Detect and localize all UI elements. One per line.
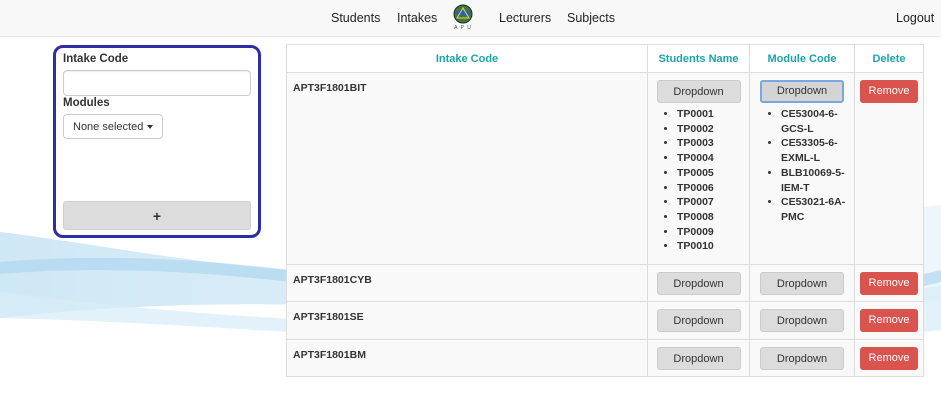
modules-cell: Dropdown [749,339,855,377]
students-cell: Dropdown [647,264,750,302]
list-item[interactable]: TP0003 [677,136,748,151]
nav-subjects[interactable]: Subjects [567,11,615,25]
students-cell: Dropdown [647,301,750,340]
students-dropdown-button[interactable]: Dropdown [656,272,741,295]
list-item[interactable]: TP0007 [677,195,748,210]
modules-cell: Dropdown CE53004-6-GCS-L CE53305-6-EXML-… [749,72,855,265]
list-item[interactable]: BLB10069-5-IEM-T [781,166,853,195]
table-row: APT3F1801BM Dropdown Dropdown Remove [286,339,924,377]
delete-cell: Remove [854,339,924,377]
intake-code-cell: APT3F1801CYB [286,264,648,302]
list-item[interactable]: TP0001 [677,107,748,122]
remove-button[interactable]: Remove [860,309,918,332]
nav-intakes[interactable]: Intakes [397,11,437,25]
students-cell: Dropdown [647,339,750,377]
modules-label: Modules [63,97,110,109]
table-row: APT3F1801SE Dropdown Dropdown Remove [286,301,924,340]
students-dropdown-button[interactable]: Dropdown [656,347,741,370]
header-module-code: Module Code [749,44,855,73]
apu-logo[interactable]: A P U [446,4,480,36]
intake-code-cell: APT3F1801BIT [286,72,648,265]
list-item[interactable]: TP0009 [677,225,748,240]
modules-dropdown-button[interactable]: Dropdown [760,272,844,295]
logo-text: A P U [454,25,472,31]
list-item[interactable]: TP0006 [677,181,748,196]
delete-cell: Remove [854,301,924,340]
students-dropdown-button[interactable]: Dropdown [656,309,741,332]
list-item[interactable]: CE53004-6-GCS-L [781,107,853,136]
remove-button[interactable]: Remove [860,347,918,370]
intake-code-input[interactable] [63,70,251,96]
intake-table-wrapper: Intake Code Students Name Module Code De… [286,44,924,377]
list-item[interactable]: TP0010 [677,239,748,254]
header-intake-code: Intake Code [286,44,648,73]
nav-students[interactable]: Students [331,11,380,25]
modules-list: CE53004-6-GCS-L CE53305-6-EXML-L BLB1006… [751,107,853,225]
intake-table: Intake Code Students Name Module Code De… [286,44,924,377]
list-item[interactable]: TP0005 [677,166,748,181]
modules-dropdown-button[interactable]: Dropdown [760,309,844,332]
add-intake-form: Intake Code Modules None selected + [53,45,261,238]
intake-code-label: Intake Code [63,53,129,65]
modules-dropdown-button[interactable]: Dropdown [760,347,844,370]
top-navbar: Students Intakes A P U Lecturers Subject… [0,0,941,37]
delete-cell: Remove [854,264,924,302]
students-list: TP0001 TP0002 TP0003 TP0004 TP0005 TP000… [649,107,748,254]
students-cell: Dropdown TP0001 TP0002 TP0003 TP0004 TP0… [647,72,750,265]
add-intake-button[interactable]: + [63,201,251,230]
table-row: APT3F1801CYB Dropdown Dropdown Remove [286,264,924,302]
list-item[interactable]: CE53305-6-EXML-L [781,136,853,165]
modules-multiselect[interactable]: None selected [63,114,164,139]
table-header-row: Intake Code Students Name Module Code De… [286,44,924,73]
list-item[interactable]: TP0002 [677,122,748,137]
list-item[interactable]: CE53021-6A-PMC [781,195,853,224]
header-students-name: Students Name [647,44,750,73]
intake-code-cell: APT3F1801BM [286,339,648,377]
table-row: APT3F1801BIT Dropdown TP0001 TP0002 TP00… [286,72,924,265]
globe-icon [453,4,473,24]
list-item[interactable]: TP0008 [677,210,748,225]
modules-dropdown-button[interactable]: Dropdown [760,80,844,103]
students-dropdown-button[interactable]: Dropdown [656,80,741,103]
remove-button[interactable]: Remove [860,80,918,103]
list-item[interactable]: TP0004 [677,151,748,166]
intake-code-cell: APT3F1801SE [286,301,648,340]
caret-down-icon [147,124,154,129]
logout-link[interactable]: Logout [896,11,934,25]
header-delete: Delete [854,44,924,73]
modules-cell: Dropdown [749,264,855,302]
nav-lecturers[interactable]: Lecturers [499,11,551,25]
modules-selected-text: None selected [73,120,144,133]
delete-cell: Remove [854,72,924,265]
remove-button[interactable]: Remove [860,272,918,295]
modules-cell: Dropdown [749,301,855,340]
